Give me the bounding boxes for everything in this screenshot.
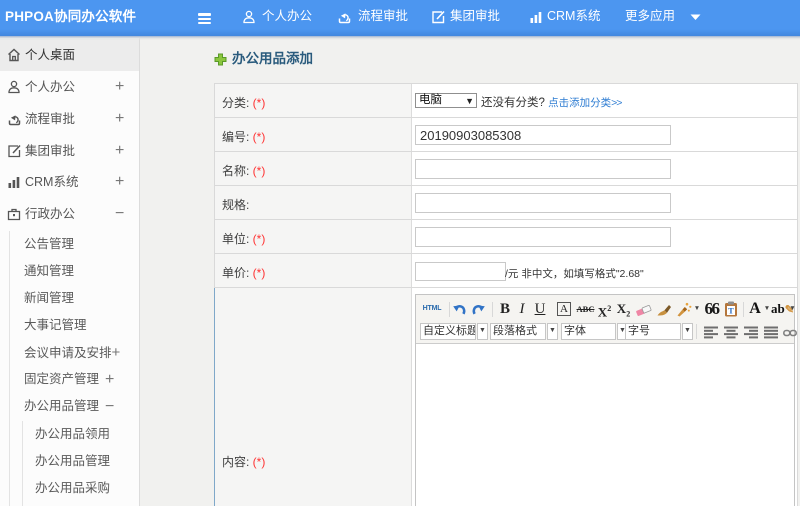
svg-text:T: T [728,306,734,316]
